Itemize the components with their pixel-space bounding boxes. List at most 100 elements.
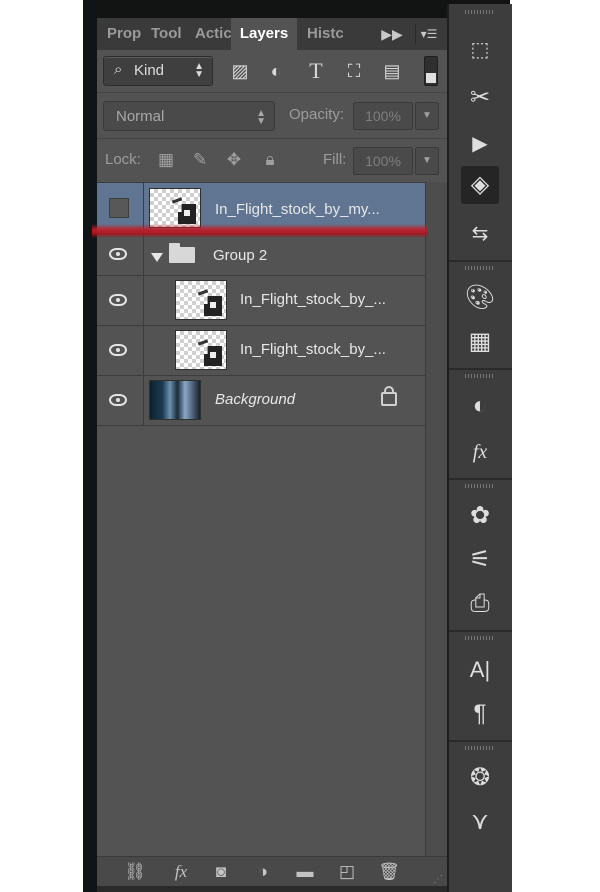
search-icon: ⌕ — [114, 61, 123, 78]
layers-icon[interactable]: ◈ — [461, 166, 499, 204]
layer-mask-icon[interactable]: ◙ — [209, 861, 233, 883]
blend-mode-select[interactable]: Normal ▲ ▼ — [103, 101, 275, 131]
layer-list-scrollbar[interactable] — [425, 182, 448, 856]
chevron-updown-icon: ▲ ▼ — [194, 61, 204, 80]
blend-mode-value: Normal — [116, 108, 165, 125]
color-icon[interactable]: ◐ — [464, 390, 496, 422]
filter-kind-label: Kind — [134, 62, 165, 79]
new-group-icon[interactable]: ▬ — [293, 861, 317, 883]
layer-name: Background — [215, 391, 296, 408]
adjustment-filter-icon[interactable]: ◐ — [263, 58, 289, 84]
layers-bottom-bar: ⛓ fx ◙ ◑ ▬ ◰ 🗑︎ ⋰ — [97, 856, 447, 887]
layer-filter-row: ⌕ Kind ▲ ▼ ▨ ◐ T ⛶ ▤ — [97, 50, 447, 92]
dock-separator — [449, 740, 512, 742]
3d-icon[interactable]: ⬚ — [464, 34, 496, 66]
layer-thumbnail — [175, 280, 227, 320]
bottom-edge — [97, 886, 447, 892]
lock-all-icon[interactable]: 🔒︎ — [259, 149, 281, 171]
brush-icon[interactable]: ✿ — [464, 500, 496, 532]
layer-name: In_Flight_stock_by_my... — [215, 201, 380, 218]
eye-icon — [109, 294, 127, 306]
dock-separator — [449, 260, 512, 262]
fill-input[interactable]: 100% — [353, 147, 413, 175]
tab-properties[interactable]: Prop — [107, 18, 143, 50]
history-icon[interactable]: ⇆ — [464, 218, 496, 250]
chevron-updown-icon: ▲ ▼ — [256, 108, 266, 127]
layer-thumbnail — [175, 330, 227, 370]
tab-tool-presets[interactable]: Tool — [151, 18, 187, 50]
dock-grip — [465, 10, 495, 14]
chevron-down-icon[interactable]: ▼ — [415, 147, 439, 175]
tools-icon[interactable]: ✂ — [464, 82, 496, 114]
layer-row-background[interactable]: Background — [97, 375, 425, 426]
fill-label: Fill: — [323, 151, 347, 168]
folder-icon — [169, 243, 195, 263]
dock-grip — [465, 484, 495, 488]
grid-icon[interactable]: ▦ — [464, 326, 496, 358]
panel-menu-icon[interactable]: ▾☰ — [415, 24, 442, 44]
lock-position-icon[interactable]: ✥ — [223, 149, 245, 171]
panel-dock: ⬚ ✂ ▶ ◈ ⇆ 🎨︎ ▦ ◐ fx ✿ ⚟ ⎙ A| ¶ ❂ ⋎ — [447, 4, 512, 892]
visibility-off-box — [109, 198, 129, 218]
dock-grip — [465, 746, 495, 750]
lock-transparent-icon[interactable]: ▦ — [155, 149, 177, 171]
resize-grip-icon[interactable]: ⋰ — [433, 874, 443, 885]
layer-group-row[interactable]: Group 2 — [97, 233, 425, 276]
layer-thumbnail — [149, 188, 201, 228]
delete-layer-icon[interactable]: 🗑︎ — [377, 861, 401, 883]
shape-filter-icon[interactable]: ⛶ — [341, 58, 367, 84]
filter-toggle[interactable] — [424, 56, 438, 86]
image-filter-icon[interactable]: ▨ — [227, 58, 253, 84]
disclosure-triangle-icon[interactable] — [151, 253, 163, 262]
clone-source-icon[interactable]: ⎙ — [464, 588, 496, 620]
panel-tab-bar: Prop Tool Actic Layers Histc ▶▶ ▾☰ — [97, 18, 447, 50]
lock-paint-icon[interactable]: ✎ — [189, 149, 211, 171]
layer-row[interactable]: In_Flight_stock_by_... — [97, 275, 425, 326]
visibility-toggle[interactable] — [97, 325, 144, 375]
smart-object-filter-icon[interactable]: ▤ — [379, 58, 405, 84]
layer-name: In_Flight_stock_by_... — [240, 291, 386, 308]
tab-history[interactable]: Histc — [307, 18, 345, 50]
dock-grip — [465, 266, 495, 270]
tab-layers[interactable]: Layers — [231, 18, 297, 50]
red-highlight-marker — [92, 224, 428, 238]
layer-thumbnail — [149, 380, 201, 420]
lock-icon — [381, 386, 397, 406]
lock-row: Lock: ▦ ✎ ✥ 🔒︎ Fill: 100% ▼ — [97, 138, 447, 181]
eye-icon — [109, 344, 127, 356]
eye-icon — [109, 394, 127, 406]
lock-label: Lock: — [105, 151, 141, 168]
swatches-icon[interactable]: 🎨︎ — [464, 282, 496, 314]
tab-overflow-icon[interactable]: ▶▶ — [380, 18, 404, 50]
link-layers-icon[interactable]: ⛓ — [123, 861, 147, 883]
paths-icon[interactable]: ⋎ — [464, 806, 496, 838]
filter-kind-select[interactable]: ⌕ Kind ▲ ▼ — [103, 56, 213, 86]
fx-icon[interactable]: fx — [169, 861, 193, 883]
visibility-toggle[interactable] — [97, 275, 144, 325]
opacity-input[interactable]: 100% — [353, 102, 413, 130]
layer-name: Group 2 — [213, 247, 268, 264]
new-layer-icon[interactable]: ◰ — [335, 861, 359, 883]
chevron-down-icon[interactable]: ▼ — [415, 102, 439, 130]
blend-row: Normal ▲ ▼ Opacity: 100% ▼ — [97, 92, 447, 139]
paragraph-icon[interactable]: ¶ — [464, 698, 496, 730]
opacity-label: Opacity: — [289, 106, 345, 123]
dock-grip — [465, 636, 495, 640]
visibility-toggle[interactable] — [97, 233, 144, 275]
canvas-edge — [83, 0, 97, 892]
dock-separator — [449, 368, 512, 370]
play-icon[interactable]: ▶ — [464, 128, 496, 160]
dock-separator — [449, 478, 512, 480]
brush-presets-icon[interactable]: ⚟ — [464, 544, 496, 576]
visibility-toggle[interactable] — [97, 375, 144, 425]
layer-row[interactable]: In_Flight_stock_by_... — [97, 325, 425, 376]
dock-separator — [449, 630, 512, 632]
tab-actions[interactable]: Actic — [195, 18, 231, 50]
layer-list: In_Flight_stock_by_my... Group 2 In_Flig… — [97, 182, 425, 857]
adjustment-layer-icon[interactable]: ◑ — [251, 861, 275, 883]
layer-name: In_Flight_stock_by_... — [240, 341, 386, 358]
type-filter-icon[interactable]: T — [303, 58, 329, 84]
channels-icon[interactable]: ❂ — [464, 762, 496, 794]
fx-icon[interactable]: fx — [464, 436, 496, 468]
character-icon[interactable]: A| — [464, 654, 496, 686]
